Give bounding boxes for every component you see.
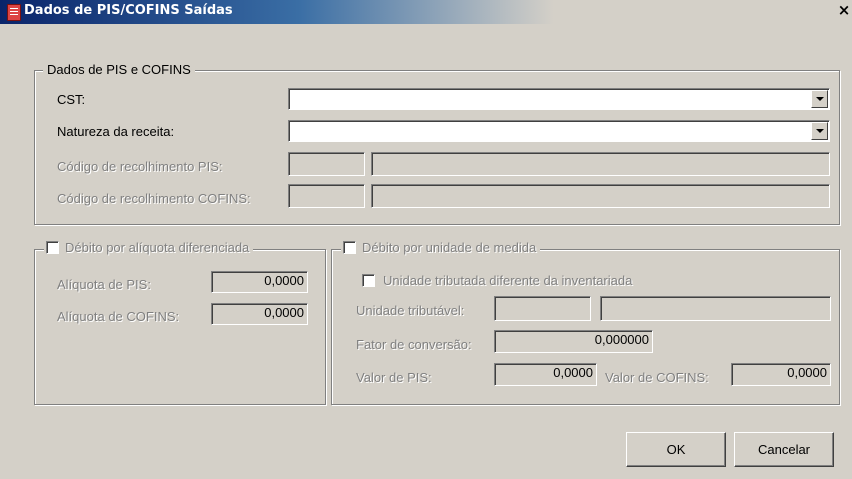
cod-cofins-code-field (288, 184, 365, 208)
unidade-diff-checkbox[interactable] (362, 274, 375, 287)
unidade-checkbox-label: Débito por unidade de medida (362, 240, 537, 255)
cst-label: CST: (57, 92, 86, 107)
cancel-button[interactable]: Cancelar (734, 432, 834, 467)
aliq-pis-field: 0,0000 (211, 271, 308, 293)
fator-label: Fator de conversão: (356, 337, 472, 352)
valor-pis-label: Valor de PIS: (356, 370, 432, 385)
unidade-trib-label: Unidade tributável: (356, 303, 465, 318)
group-aliquota-legend: Débito por alíquota diferenciada (44, 240, 254, 255)
fator-field: 0,000000 (494, 330, 653, 353)
aliq-cofins-field: 0,0000 (211, 303, 308, 325)
unidade-trib-code-field (494, 296, 591, 321)
document-icon (7, 4, 21, 21)
close-button[interactable]: × (836, 3, 852, 19)
window-title: Dados de PIS/COFINS Saídas (24, 3, 233, 18)
natureza-label: Natureza da receita: (57, 124, 175, 139)
cst-dropdown[interactable] (288, 88, 830, 110)
group-dados-pis-cofins-legend: Dados de PIS e COFINS (43, 62, 195, 77)
cod-cofins-desc-field (371, 184, 830, 208)
cod-pis-desc-field (371, 152, 830, 176)
aliq-cofins-label: Alíquota de COFINS: (57, 309, 180, 324)
unidade-trib-desc-field (600, 296, 831, 321)
natureza-dropdown[interactable] (288, 120, 830, 142)
cod-pis-code-field (288, 152, 365, 176)
ok-button[interactable]: OK (626, 432, 726, 467)
aliquota-checkbox[interactable] (46, 241, 59, 254)
valor-cofins-field: 0,0000 (731, 363, 831, 386)
natureza-chevron-down-icon[interactable] (811, 122, 828, 140)
cod-pis-label: Código de recolhimento PIS: (57, 159, 223, 174)
unidade-diff-label: Unidade tributada diferente da inventari… (383, 273, 633, 288)
valor-cofins-label: Valor de COFINS: (605, 370, 709, 385)
title-bar: Dados de PIS/COFINS Saídas × (0, 0, 852, 24)
aliquota-checkbox-label: Débito por alíquota diferenciada (65, 240, 250, 255)
cod-cofins-label: Código de recolhimento COFINS: (57, 191, 251, 206)
group-unidade-legend: Débito por unidade de medida (341, 240, 541, 255)
unidade-checkbox[interactable] (343, 241, 356, 254)
aliq-pis-label: Alíquota de PIS: (57, 277, 151, 292)
cst-chevron-down-icon[interactable] (811, 90, 828, 108)
valor-pis-field: 0,0000 (494, 363, 597, 386)
